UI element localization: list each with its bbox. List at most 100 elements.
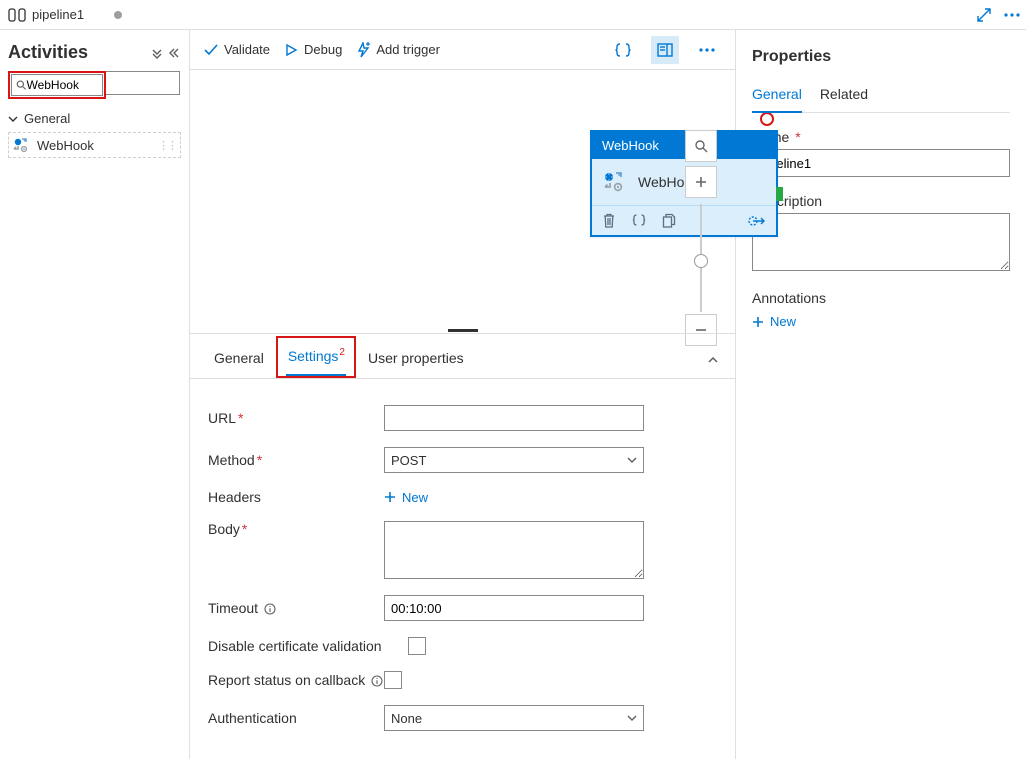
body-textarea[interactable] — [384, 521, 644, 579]
search-icon — [694, 139, 708, 153]
more-icon — [1004, 13, 1020, 17]
resize-bar-icon — [448, 329, 478, 332]
detail-tabs: General Settings2 User properties — [190, 333, 735, 379]
unsaved-indicator-icon — [114, 11, 122, 19]
activities-hide-button[interactable] — [169, 47, 181, 59]
debug-button[interactable]: Debug — [284, 42, 342, 57]
center-column: Validate Debug Add trigger — [190, 30, 736, 759]
plus-icon — [752, 316, 764, 328]
plus-icon — [695, 176, 707, 188]
url-input[interactable] — [384, 405, 644, 431]
method-label: Method* — [208, 452, 384, 468]
activity-webhook[interactable]: WebHook ⋮⋮ — [8, 132, 181, 158]
tab-settings-badge: 2 — [339, 347, 345, 358]
zoom-in-button[interactable] — [685, 166, 717, 198]
activities-title-text: Activities — [8, 42, 88, 63]
zoom-slider-thumb[interactable] — [694, 254, 708, 268]
node-validation-error-icon[interactable] — [760, 112, 774, 126]
prop-name-input[interactable] — [752, 149, 1010, 177]
header-more-button[interactable] — [998, 1, 1026, 29]
auth-label: Authentication — [208, 710, 384, 726]
webhook-node-body: WebHook1 — [592, 159, 776, 205]
pipeline-tab[interactable]: pipeline1 — [0, 3, 130, 26]
auth-select[interactable]: None — [384, 705, 644, 731]
pipeline-canvas[interactable]: WebHook — [190, 70, 735, 327]
braces-icon — [632, 213, 646, 227]
double-chevron-left-icon — [169, 47, 181, 59]
collapse-detail-button[interactable] — [707, 354, 719, 378]
properties-tab-general[interactable]: General — [752, 78, 802, 112]
copy-icon — [662, 213, 676, 228]
tab-user-properties[interactable]: User properties — [360, 340, 472, 378]
trigger-icon — [356, 42, 370, 58]
annotations-new-button[interactable]: New — [752, 314, 1010, 329]
validate-button[interactable]: Validate — [204, 42, 270, 57]
expand-icon — [977, 8, 991, 22]
prop-annotations-label: Annotations — [752, 290, 1010, 306]
activities-title: Activities — [8, 42, 181, 63]
chevron-down-icon — [8, 114, 18, 124]
url-label: URL* — [208, 410, 384, 426]
activities-collapse-button[interactable] — [151, 47, 163, 59]
properties-tabs: General Related — [752, 78, 1010, 113]
webhook-node-footer — [592, 205, 776, 235]
arrow-right-circle-icon — [748, 214, 766, 228]
node-delete-button[interactable] — [602, 213, 616, 228]
code-view-button[interactable] — [609, 36, 637, 64]
validate-label: Validate — [224, 42, 270, 57]
node-output-connector[interactable] — [776, 187, 783, 201]
chevron-down-icon — [627, 713, 637, 723]
play-icon — [284, 43, 298, 57]
properties-toggle-button[interactable] — [651, 36, 679, 64]
headers-label: Headers — [208, 489, 384, 505]
add-trigger-button[interactable]: Add trigger — [356, 42, 440, 58]
node-expand-button[interactable] — [748, 214, 766, 228]
double-chevron-down-icon — [151, 47, 163, 59]
activity-webhook-label: WebHook — [37, 138, 94, 153]
properties-panel: Properties General Related Name * Descri… — [736, 30, 1026, 759]
prop-description-label: Description — [752, 193, 1010, 209]
zoom-slider[interactable] — [700, 204, 702, 312]
report-status-label: Report status on callback — [208, 672, 384, 688]
node-code-button[interactable] — [632, 213, 646, 228]
report-status-checkbox[interactable] — [384, 671, 402, 689]
timeout-input[interactable] — [384, 595, 644, 621]
prop-description-textarea[interactable] — [752, 213, 1010, 271]
chevron-down-icon — [627, 455, 637, 465]
pipeline-tab-label: pipeline1 — [32, 7, 84, 22]
tab-settings[interactable]: Settings2 — [280, 338, 352, 376]
tab-general[interactable]: General — [206, 340, 272, 378]
tab-settings-label: Settings — [288, 348, 339, 364]
timeout-info-button[interactable] — [264, 603, 276, 615]
auth-value: None — [391, 711, 422, 726]
properties-panel-icon — [657, 42, 673, 58]
section-general[interactable]: General — [8, 111, 181, 126]
plus-icon — [384, 491, 396, 503]
properties-title: Properties — [752, 48, 1010, 66]
toolbar-more-button[interactable] — [693, 36, 721, 64]
method-value: POST — [391, 453, 426, 468]
headers-new-label: New — [402, 490, 428, 505]
zoom-fit-button[interactable] — [685, 130, 717, 162]
disable-cert-checkbox[interactable] — [408, 637, 426, 655]
activities-search-field[interactable] — [26, 78, 98, 92]
debug-label: Debug — [304, 42, 342, 57]
more-icon — [699, 48, 715, 52]
top-header: pipeline1 — [0, 0, 1026, 30]
add-trigger-label: Add trigger — [376, 42, 440, 57]
method-select[interactable]: POST — [384, 447, 644, 473]
settings-form: URL* Method* POST Headers New — [190, 379, 735, 759]
search-icon — [16, 79, 26, 91]
activities-search-input[interactable] — [11, 74, 103, 96]
report-status-info-button[interactable] — [371, 675, 383, 687]
prop-name-label: Name * — [752, 129, 1010, 145]
info-icon — [371, 675, 383, 687]
check-icon — [204, 44, 218, 56]
node-copy-button[interactable] — [662, 213, 676, 228]
info-icon — [264, 603, 276, 615]
webhook-node[interactable]: WebHook — [590, 130, 778, 237]
headers-new-button[interactable]: New — [384, 490, 428, 505]
search-extra-box[interactable] — [106, 71, 180, 95]
expand-button[interactable] — [970, 1, 998, 29]
properties-tab-related[interactable]: Related — [820, 78, 868, 112]
